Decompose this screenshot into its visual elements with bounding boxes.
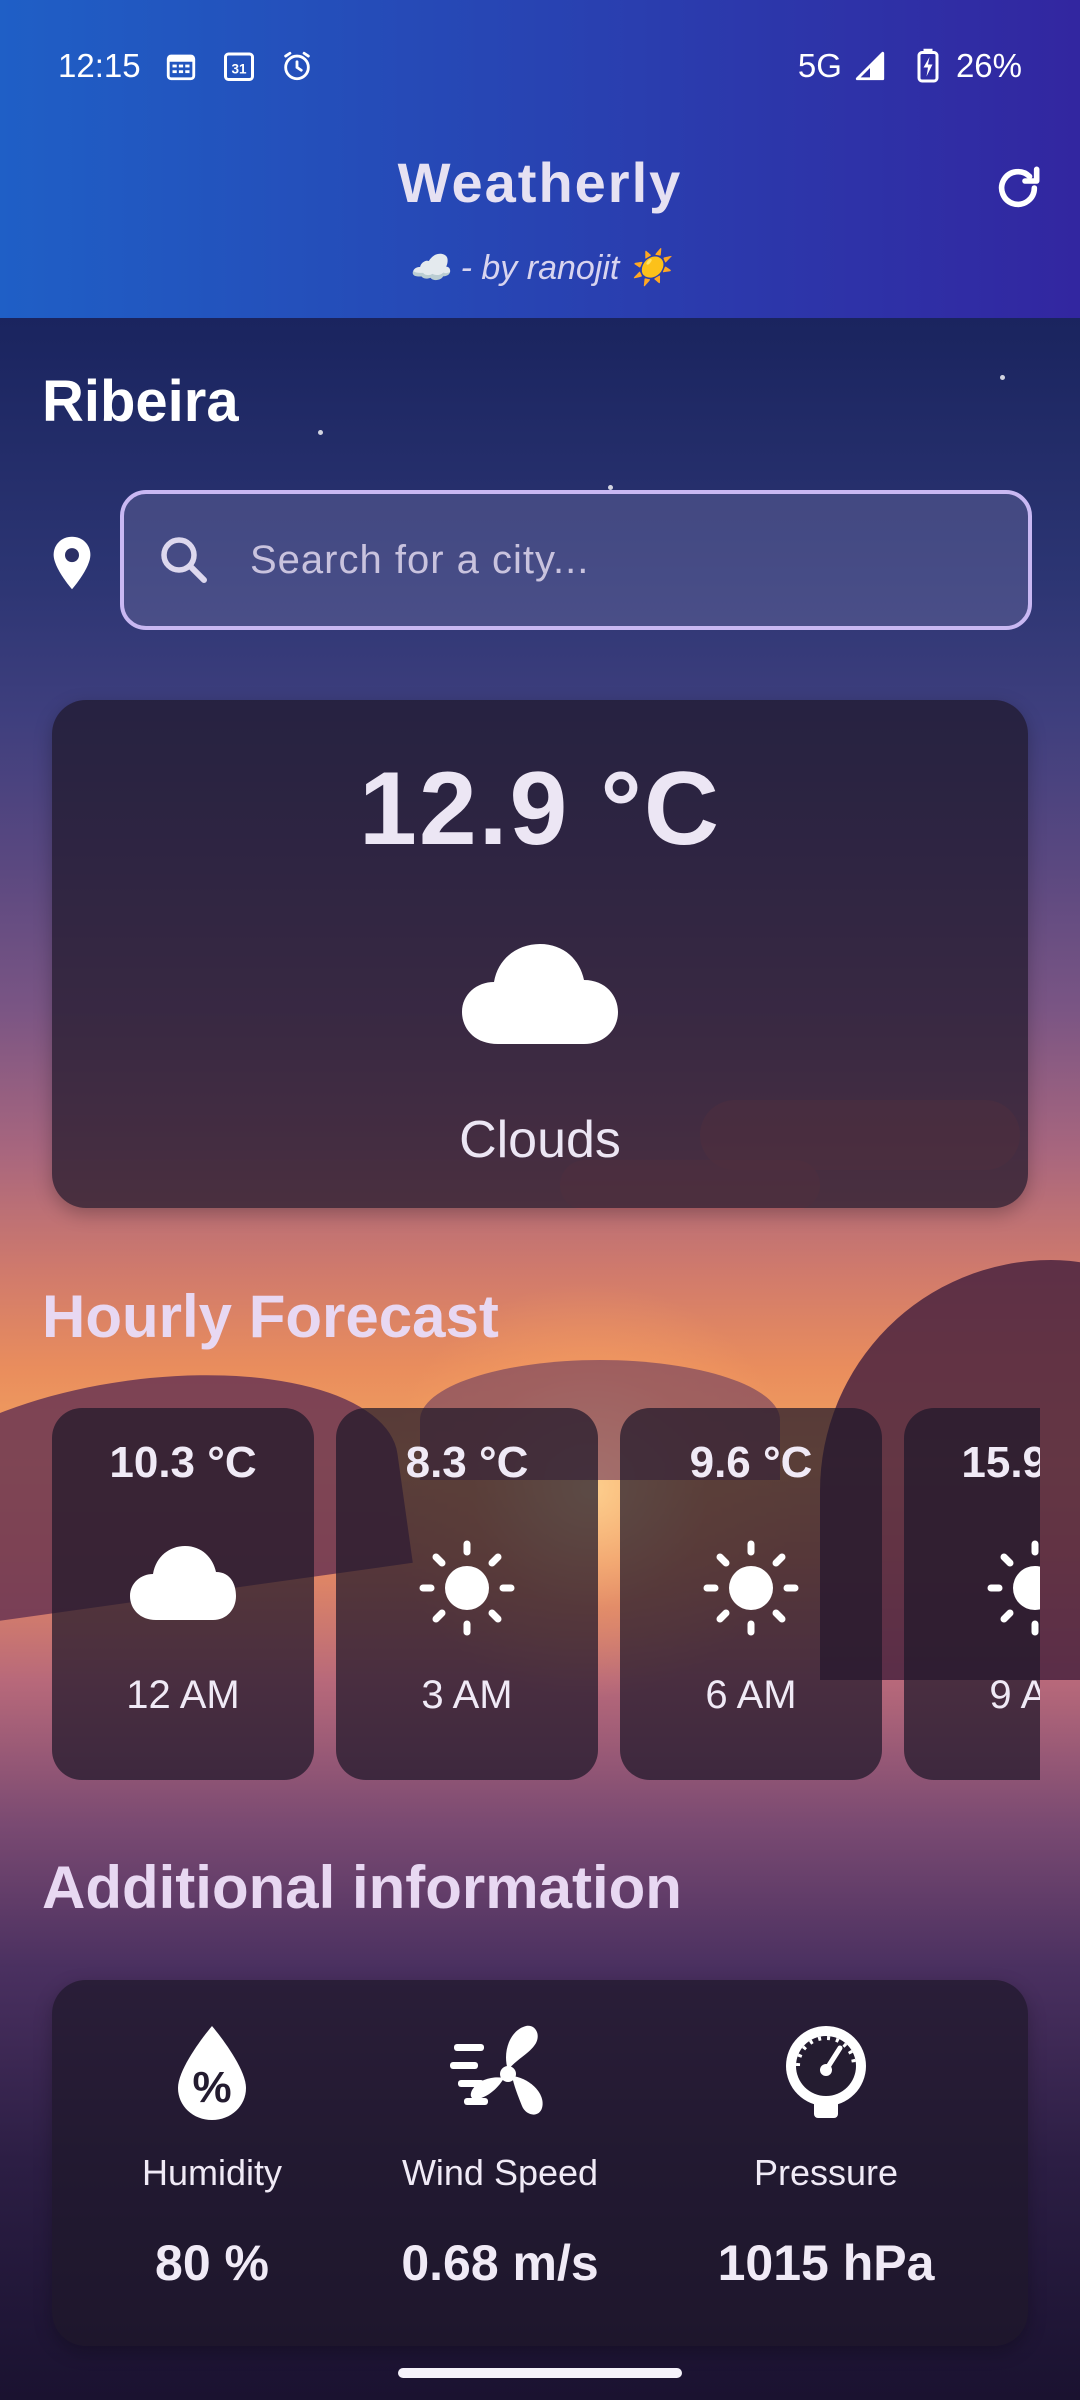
hourly-temp: 15.9 °C [961, 1438, 1040, 1487]
hourly-forecast-list[interactable]: 10.3 °C 12 AM 8.3 °C 3 AM 9.6 °C 6 AM 15… [52, 1408, 1040, 1782]
battery-charging-icon [910, 48, 946, 84]
pressure-item: Pressure 1015 hPa [666, 1980, 986, 2346]
hourly-temp: 9.6 °C [689, 1438, 813, 1487]
app-header: 12:15 31 5G 26% Weatherly ☁️ - by ranoji… [0, 0, 1080, 318]
wind-speed-label: Wind Speed [401, 2152, 599, 2193]
hourly-item: 8.3 °C 3 AM [336, 1408, 598, 1780]
svg-text:%: % [192, 2063, 231, 2112]
humidity-value: 80 % [155, 2235, 269, 2291]
hourly-item: 15.9 °C 9 AM [904, 1408, 1040, 1780]
humidity-item: % Humidity 80 % [52, 1980, 372, 2346]
hourly-item: 10.3 °C 12 AM [52, 1408, 314, 1780]
signal-icon [852, 48, 888, 84]
wind-icon [450, 2025, 543, 2115]
hourly-time: 12 AM [126, 1673, 240, 1717]
pressure-label: Pressure [753, 2152, 899, 2193]
gesture-home-bar[interactable] [398, 2368, 682, 2378]
location-pin-icon [53, 536, 91, 590]
search-icon [161, 537, 207, 583]
hourly-time: 6 AM [705, 1673, 797, 1717]
sun-icon [987, 1540, 1040, 1636]
app-subtitle: ☁️ - by ranojit ☀️ [408, 249, 672, 287]
hourly-forecast-title: Hourly Forecast [42, 1283, 499, 1350]
cloud-icon [130, 1546, 236, 1620]
refresh-icon [998, 166, 1040, 208]
current-weather-card: 12.9 °C Clouds [52, 700, 1028, 1208]
status-bar: 12:15 31 5G 26% [58, 44, 1022, 88]
calendar-icon [163, 48, 199, 84]
app-title: Weatherly [397, 151, 683, 214]
pressure-value: 1015 hPa [717, 2235, 935, 2291]
city-name: Ribeira [42, 369, 239, 434]
wind-speed-item: Wind Speed 0.68 m/s [340, 1980, 660, 2346]
status-time: 12:15 [58, 47, 141, 84]
current-condition: Clouds [459, 1111, 621, 1169]
alarm-icon [279, 48, 315, 84]
network-label: 5G [797, 47, 842, 84]
hourly-item: 9.6 °C 6 AM [620, 1408, 882, 1780]
pressure-gauge-icon [786, 2026, 866, 2118]
location-button[interactable] [50, 535, 94, 591]
humidity-icon: % [178, 2026, 246, 2120]
hourly-temp: 10.3 °C [109, 1438, 257, 1487]
sun-icon [419, 1540, 515, 1636]
cloud-icon [462, 944, 618, 1044]
humidity-label: Humidity [141, 2152, 283, 2193]
calendar-31-icon: 31 [221, 48, 257, 84]
wind-speed-value: 0.68 m/s [401, 2235, 599, 2291]
search-bar[interactable] [120, 490, 1032, 630]
sun-icon [703, 1540, 799, 1636]
additional-info-card: % Humidity 80 % Wind Speed 0.68 m/s Pres… [52, 1980, 1028, 2346]
svg-text:31: 31 [231, 62, 247, 77]
refresh-button[interactable] [990, 160, 1046, 216]
search-input[interactable] [248, 536, 952, 584]
additional-info-title: Additional information [42, 1854, 682, 1921]
hourly-temp: 8.3 °C [405, 1438, 529, 1487]
battery-level: 26% [955, 47, 1022, 84]
current-temperature: 12.9 °C [358, 751, 721, 867]
hourly-time: 3 AM [421, 1673, 513, 1717]
hourly-time: 9 AM [989, 1673, 1040, 1717]
